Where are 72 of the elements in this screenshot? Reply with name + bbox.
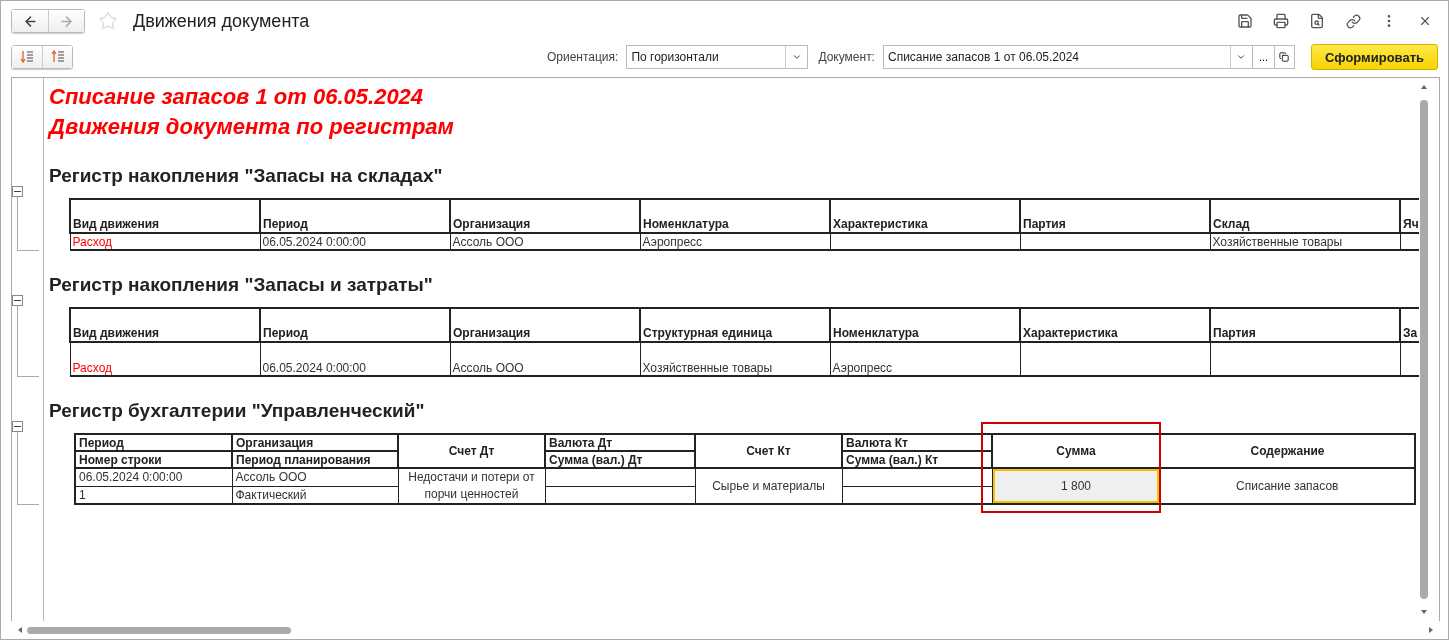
column-header: Номенклатура — [640, 199, 830, 233]
table-cell: Недостачи и потери от порчи ценностей — [398, 468, 545, 504]
sort-down-icon — [20, 50, 34, 64]
table-cell: Аэропресс — [640, 233, 830, 250]
tree-line — [17, 197, 39, 251]
column-header: Сумма (вал.) Кт — [842, 451, 992, 468]
vertical-scrollbar[interactable] — [1419, 84, 1429, 615]
column-header: Структурная единица — [640, 308, 830, 342]
table-cell: 06.05.2024 0:00:00 — [75, 468, 232, 486]
sort-up-icon — [50, 50, 65, 64]
column-header: Номенклатура — [830, 308, 1020, 342]
column-header: Организация — [450, 308, 640, 342]
column-header: Характеристика — [1020, 308, 1210, 342]
table-cell: Расход — [70, 342, 260, 376]
open-button[interactable] — [1274, 45, 1295, 69]
table-cell: Хозяйственные товары — [640, 342, 830, 376]
column-header: Счет Кт — [695, 434, 842, 468]
choose-button[interactable]: ... — [1252, 45, 1275, 69]
scroll-up-icon[interactable] — [1421, 84, 1427, 90]
scroll-down-icon[interactable] — [1421, 609, 1427, 615]
column-header: Организация — [232, 434, 398, 451]
table-cell: Хозяйственные товары — [1210, 233, 1400, 250]
column-header: Валюта Дт — [545, 434, 695, 451]
column-header: Период планирования — [232, 451, 398, 468]
table-cell: 06.05.2024 0:00:00 — [260, 342, 450, 376]
column-header: Склад — [1210, 199, 1400, 233]
scroll-right-icon[interactable] — [1428, 627, 1434, 633]
copy-icon — [1279, 52, 1290, 62]
register-title: Регистр накопления "Запасы и затраты" — [49, 273, 434, 297]
table-cell: Расход — [70, 233, 260, 250]
generate-button[interactable]: Сформировать — [1310, 44, 1438, 70]
column-header: Период — [75, 434, 232, 451]
column-header: Организация — [450, 199, 640, 233]
document-label: Документ: — [818, 50, 875, 64]
table-cell: Сырье и материалы — [695, 468, 842, 504]
document-select[interactable]: Списание запасов 1 от 06.05.2024 — [882, 45, 1253, 69]
table-cell: 06.05.2024 0:00:00 — [260, 233, 450, 250]
scroll-left-icon[interactable] — [17, 627, 23, 633]
orientation-label: Ориентация: — [546, 50, 619, 64]
dropdown-icon — [791, 52, 802, 62]
collapse-icon[interactable] — [12, 186, 23, 197]
table-cell: Ассоль ООО — [450, 233, 640, 250]
tree-line — [17, 306, 39, 377]
table-cell: 1 800 — [992, 468, 1160, 504]
window-title: Движения документа — [133, 10, 310, 32]
orientation-select[interactable]: По горизонтали — [626, 45, 809, 69]
column-header: Счет Дт — [398, 434, 545, 468]
collapse-icon[interactable] — [12, 421, 23, 432]
column-header: Вид движения — [70, 308, 260, 342]
sort-down-button[interactable] — [12, 46, 42, 68]
dropdown-icon — [1236, 52, 1247, 62]
report-subtitle: Движения документа по регистрам — [49, 113, 455, 141]
table-cell: Ассоль ООО — [450, 342, 640, 376]
collapse-icon[interactable] — [12, 295, 23, 306]
report-title: Списание запасов 1 от 06.05.2024 — [49, 83, 425, 111]
table-cell: Аэропресс — [830, 342, 1020, 376]
sort-up-button[interactable] — [42, 46, 72, 68]
column-header: Период — [260, 199, 450, 233]
column-header: Вид движения — [70, 199, 260, 233]
column-header: Период — [260, 308, 450, 342]
column-header: Номер строки — [75, 451, 232, 468]
column-header: Партия — [1020, 199, 1210, 233]
column-header: Валюта Кт — [842, 434, 992, 451]
column-header: Партия — [1210, 308, 1400, 342]
register-title: Регистр накопления "Запасы на складах" — [49, 164, 444, 188]
column-header: Сумма (вал.) Дт — [545, 451, 695, 468]
back-button[interactable] — [12, 10, 48, 32]
arrow-left-icon — [22, 13, 38, 29]
column-header: Содержание — [1160, 434, 1415, 468]
column-header: Характеристика — [830, 199, 1020, 233]
table-cell: Ассоль ООО — [232, 468, 398, 486]
register-title: Регистр бухгалтерии "Управленческий" — [49, 399, 426, 423]
